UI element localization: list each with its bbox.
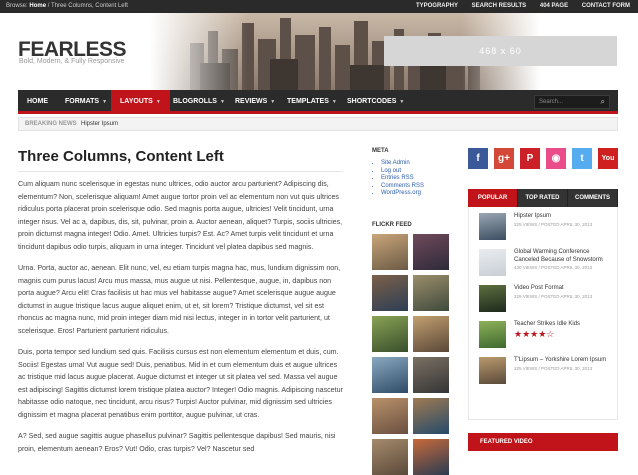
flickr-feed <box>372 233 452 475</box>
facebook-icon[interactable]: f <box>468 148 488 169</box>
post-meta: 430 VIEWS / POSTED APRIL 30, 2013 <box>514 265 593 271</box>
flickr-thumbnail[interactable] <box>413 438 449 475</box>
post-thumbnail[interactable] <box>479 249 506 276</box>
chevron-down-icon: ▼ <box>270 99 276 105</box>
main-content: Three Columns, Content Left Cum aliquam … <box>18 148 343 464</box>
flickr-thumbnail[interactable] <box>413 356 449 393</box>
top-link-search-results[interactable]: SEARCH RESULTS <box>472 3 527 9</box>
breadcrumb-home[interactable]: Home <box>29 3 46 9</box>
meta-widget-title: META <box>372 148 389 154</box>
social-icons: f g+ P ◉ t You <box>468 148 618 169</box>
youtube-icon[interactable]: You <box>598 148 618 169</box>
list-item[interactable]: Global Warming Conference Canceled Becau… <box>479 249 611 276</box>
pinterest-icon[interactable]: P <box>520 148 540 169</box>
flickr-thumbnail[interactable] <box>372 315 408 352</box>
flickr-thumbnail[interactable] <box>413 233 449 270</box>
flickr-widget-title: FLICKR FEED <box>372 221 412 228</box>
post-thumbnail[interactable] <box>479 213 506 240</box>
list-item[interactable]: T'Lipsum – Yorkshire Lorem Ipsum 225 VIEW… <box>479 357 611 384</box>
post-meta: 229 VIEWS / POSTED APRIL 30, 2013 <box>514 293 593 299</box>
list-item[interactable]: Teacher Strikes Idle Kids ★★★★☆ <box>479 321 611 348</box>
post-thumbnail[interactable] <box>479 285 506 312</box>
breaking-news-link[interactable]: Hipster Ipsum <box>81 118 118 130</box>
list-item[interactable]: Hipster Ipsum 225 VIEWS / POSTED APRIL 30… <box>479 213 611 240</box>
paragraph: Duis, porta tempor sed lundium sed quis.… <box>18 348 343 419</box>
breaking-news-bar: BREAKING NEWS Hipster Ipsum <box>18 117 618 131</box>
popular-posts-list: Hipster Ipsum 225 VIEWS / POSTED APRIL 30… <box>468 207 618 420</box>
top-bar: Browse: Home / Three Columns, Content Le… <box>0 0 638 13</box>
top-link-contact-form[interactable]: CONTACT FORM <box>582 3 630 9</box>
tab-top-rated[interactable]: TOP RATED <box>518 189 568 207</box>
twitter-icon[interactable]: t <box>572 148 592 169</box>
featured-video-header: FEATURED VIDEO <box>468 433 618 451</box>
main-nav: HOME FORMATS ▼ LAYOUTS ▼ BLOGROLLS ▼ REVIEW… <box>18 90 618 114</box>
ad-banner[interactable]: 468 x 60 <box>384 36 617 66</box>
nav-item-blogrolls[interactable]: BLOGROLLS ▼ <box>164 90 234 114</box>
flickr-thumbnail[interactable] <box>372 356 408 393</box>
flickr-thumbnail[interactable] <box>372 438 408 475</box>
breaking-news-label: BREAKING NEWS <box>25 121 77 127</box>
paragraph: A? Sed, sed augue sagittis augue phasell… <box>18 432 336 453</box>
post-title[interactable]: Hipster Ipsum <box>514 213 592 221</box>
top-link-typography[interactable]: TYPOGRAPHY <box>416 3 458 9</box>
chevron-down-icon: ▼ <box>399 99 405 105</box>
nav-item-shortcodes[interactable]: SHORTCODES ▼ <box>338 90 413 114</box>
page-title: Three Columns, Content Left <box>18 148 343 172</box>
meta-link-log-out[interactable]: Log out <box>381 168 452 176</box>
nav-item-templates[interactable]: TEMPLATES ▼ <box>278 90 346 114</box>
sidebar-tabs: POPULAR TOP RATED COMMENTS <box>468 189 618 207</box>
nav-item-reviews[interactable]: REVIEWS ▼ <box>226 90 284 114</box>
flickr-thumbnail[interactable] <box>413 397 449 434</box>
flickr-thumbnail[interactable] <box>413 315 449 352</box>
post-thumbnail[interactable] <box>479 321 506 348</box>
post-thumbnail[interactable] <box>479 357 506 384</box>
meta-links: Site Admin Log out Entries RSS Comments … <box>372 160 452 198</box>
flickr-thumbnail[interactable] <box>413 274 449 311</box>
nav-item-formats[interactable]: FORMATS ▼ <box>56 90 116 114</box>
post-meta: 225 VIEWS / POSTED APRIL 30, 2013 <box>514 365 593 371</box>
chevron-down-icon: ▼ <box>331 99 337 105</box>
site-tagline: Bold, Modern, & Fully Responsive <box>19 58 125 65</box>
post-title[interactable]: T'Lipsum – Yorkshire Lorem Ipsum <box>514 357 606 365</box>
post-title[interactable]: Global Warming Conference Canceled Becau… <box>514 249 611 264</box>
nav-item-home[interactable]: HOME <box>18 90 57 114</box>
nav-item-layouts[interactable]: LAYOUTS ▼ <box>111 90 170 114</box>
meta-link-site-admin[interactable]: Site Admin <box>381 160 452 168</box>
meta-link-comments-rss[interactable]: Comments RSS <box>381 183 452 191</box>
list-item[interactable]: Video Post Format 229 VIEWS / POSTED APRI… <box>479 285 611 312</box>
post-title[interactable]: Video Post Format <box>514 285 592 293</box>
paragraph: Cum aliquam nunc scelerisque in egestas … <box>18 180 343 251</box>
rating-stars: ★★★★☆ <box>514 328 555 339</box>
meta-link-wordpress[interactable]: WordPress.org <box>381 190 452 198</box>
tab-popular[interactable]: POPULAR <box>468 189 518 207</box>
flickr-thumbnail[interactable] <box>372 397 408 434</box>
chevron-down-icon: ▼ <box>155 99 161 105</box>
meta-link-entries-rss[interactable]: Entries RSS <box>381 175 452 183</box>
breadcrumb-current: Three Columns, Content Left <box>50 3 128 9</box>
google-plus-icon[interactable]: g+ <box>494 148 514 169</box>
site-header: FEARLESS Bold, Modern, & Fully Responsiv… <box>0 13 638 90</box>
search-icon[interactable]: ⌕ <box>601 96 605 108</box>
secondary-sidebar: META Site Admin Log out Entries RSS Comm… <box>372 148 452 475</box>
chevron-down-icon: ▼ <box>102 99 108 105</box>
primary-sidebar: f g+ P ◉ t You POPULAR TOP RATED COMMENTS Hip… <box>468 148 618 451</box>
breadcrumb: Browse: Home / Three Columns, Content Le… <box>6 3 128 9</box>
post-meta: 225 VIEWS / POSTED APRIL 30, 2013 <box>514 221 593 227</box>
top-link-404-page[interactable]: 404 PAGE <box>540 3 568 9</box>
flickr-thumbnail[interactable] <box>372 233 408 270</box>
post-title[interactable]: Teacher Strikes Idle Kids <box>514 321 580 329</box>
paragraph: Urna. Porta, auctor ac, aenean. Elit nun… <box>18 264 341 335</box>
top-links: TYPOGRAPHY SEARCH RESULTS 404 PAGE CONTA… <box>404 3 630 9</box>
chevron-down-icon: ▼ <box>219 99 225 105</box>
tab-comments[interactable]: COMMENTS <box>568 189 618 207</box>
dribbble-icon[interactable]: ◉ <box>546 148 566 169</box>
breadcrumb-label: Browse: <box>6 3 28 9</box>
search-input[interactable]: Search... ⌕ <box>534 95 610 109</box>
flickr-thumbnail[interactable] <box>372 274 408 311</box>
